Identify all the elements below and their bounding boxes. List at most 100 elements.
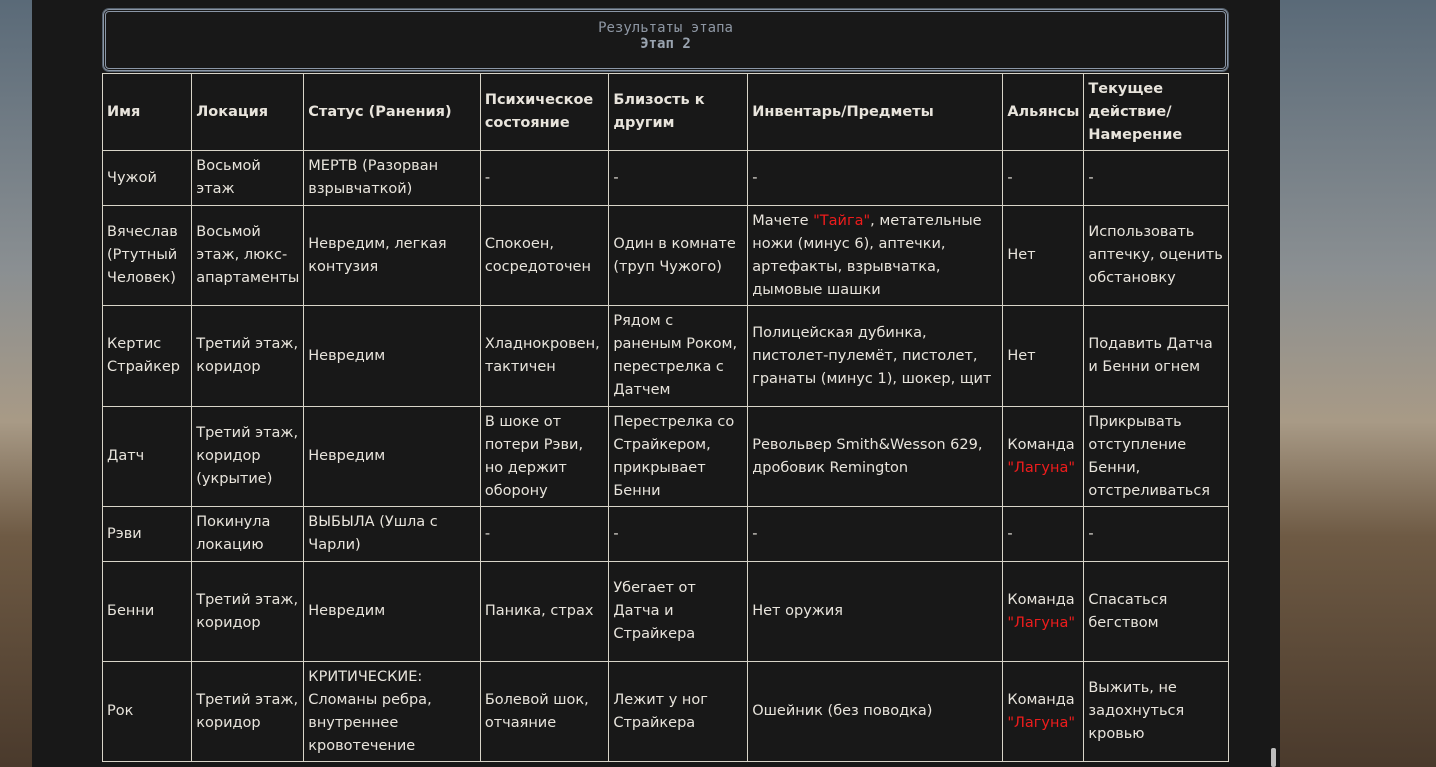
cell-inventory: - <box>747 506 1004 562</box>
cell-text: Подавить Датча и Бенни огнем <box>1088 336 1213 375</box>
cell-text: Чужой <box>107 169 157 186</box>
cell-mental: Хладнокровен, тактичен <box>479 305 610 407</box>
cell-text: Перестрелка со Страйкером, прикрывает Бе… <box>613 413 735 499</box>
cell-text: Восьмой этаж, люкс-апартаменты <box>196 224 300 286</box>
cell-text: - <box>1007 169 1013 186</box>
cell-name: Бенни <box>101 561 193 662</box>
cell-alliances: - <box>1002 150 1085 206</box>
cell-text: Невредим <box>308 603 386 619</box>
cell-text: - <box>484 525 491 542</box>
cell-text: Третий этаж, коридор <box>196 691 299 731</box>
cell-text: Паника, страх <box>484 603 594 619</box>
stage-header: Результаты этапа Этап 2 <box>102 8 1229 72</box>
cell-name: Кертис Страйкер <box>101 305 193 407</box>
cell-text: МЕРТВ (Разорван взрывчаткой) <box>308 158 439 197</box>
cell-text: Команда <box>1007 591 1075 608</box>
cell-action: Прикрывать отступление Бенни, отстрелива… <box>1083 406 1229 507</box>
cell-text: Убегает от Датча и Страйкера <box>613 580 696 642</box>
cell-text: Покинула локацию <box>196 514 271 553</box>
cell-text: - <box>1088 525 1094 542</box>
column-header-proximity: Близость к другим <box>608 73 749 151</box>
cell-text: Рок <box>107 703 134 719</box>
cell-proximity: Перестрелка со Страйкером, прикрывает Бе… <box>608 406 749 507</box>
cell-text: Нет <box>1007 247 1036 263</box>
cell-location: Покинула локацию <box>191 506 305 562</box>
cell-status: КРИТИЧЕСКИЕ: Сломаны ребра, внутреннее к… <box>303 661 481 762</box>
column-header-inventory: Инвентарь/Предметы <box>747 73 1004 151</box>
cell-text: В шоке от потери Рэви, но держит оборону <box>484 413 584 499</box>
cell-proximity: Лежит у ног Страйкера <box>608 661 749 762</box>
cell-status: МЕРТВ (Разорван взрывчаткой) <box>303 150 481 206</box>
cell-text: Нет <box>1007 347 1036 364</box>
cell-text: Команда <box>1007 691 1075 708</box>
cell-mental: В шоке от потери Рэви, но держит оборону <box>479 406 610 507</box>
table-row: Чужой Восьмой этаж МЕРТВ (Разорван взрывча… <box>101 150 1229 206</box>
cell-status: ВЫБЫЛА (Ушла с Чарли) <box>303 506 481 562</box>
column-header-action: Текущее действие/ Намерение <box>1083 73 1229 151</box>
cell-text: Третий этаж, коридор <box>196 591 299 631</box>
cell-text: КРИТИЧЕСКИЕ: Сломаны ребра, внутреннее к… <box>308 668 432 754</box>
cell-proximity: - <box>608 506 749 562</box>
highlighted-text: "Лагуна" <box>1007 459 1076 476</box>
cell-text: Невредим, легкая контузия <box>308 235 447 275</box>
cell-text: - <box>1088 169 1094 186</box>
cell-alliances: - <box>1002 506 1085 562</box>
cell-location: Восьмой этаж <box>191 150 305 206</box>
cell-action: Подавить Датча и Бенни огнем <box>1083 305 1229 407</box>
cell-location: Третий этаж, коридор <box>191 561 305 662</box>
cell-text: Вячеслав (Ртутный Человек) <box>107 224 178 286</box>
cell-action: - <box>1083 506 1229 562</box>
cell-status: Невредим <box>303 406 481 507</box>
table-row: Бенни Третий этаж, коридор Невредим Паника,… <box>101 561 1229 662</box>
table-row: Вячеслав (Ртутный Человек) Восьмой этаж, … <box>101 205 1229 306</box>
cell-status: Невредим <box>303 305 481 407</box>
cell-name: Датч <box>101 406 193 507</box>
cell-text: Кертис Страйкер <box>107 336 180 375</box>
cell-text: Датч <box>107 448 145 464</box>
table-row: Рэви Покинула локацию ВЫБЫЛА (Ушла с Чарли… <box>101 506 1229 562</box>
cell-text: Нет оружия <box>752 603 843 619</box>
cell-inventory: Нет оружия <box>747 561 1004 662</box>
cell-text: Восьмой этаж <box>196 158 261 197</box>
cell-text: - <box>1007 525 1013 542</box>
cell-text: - <box>484 169 491 186</box>
cell-text: Болевой шок, отчаяние <box>484 691 589 731</box>
cell-proximity: - <box>608 150 749 206</box>
cell-mental: Спокоен, сосредоточен <box>479 205 610 306</box>
cell-text: Полицейская дубинка, пистолет-пулемёт, п… <box>752 324 992 387</box>
cell-text: Ошейник (без поводка) <box>752 703 933 719</box>
scrollbar-thumb[interactable] <box>1271 748 1276 767</box>
cell-text: - <box>752 525 758 542</box>
cell-text: - <box>752 169 758 186</box>
cell-name: Чужой <box>101 150 193 206</box>
cell-inventory: Полицейская дубинка, пистолет-пулемёт, п… <box>747 305 1004 407</box>
cell-name: Рэви <box>101 506 193 562</box>
cell-status: Невредим <box>303 561 481 662</box>
cell-status: Невредим, легкая контузия <box>303 205 481 306</box>
highlighted-text: "Лагуна" <box>1007 614 1076 631</box>
cell-action: - <box>1083 150 1229 206</box>
column-header-alliances: Альянсы <box>1002 73 1085 151</box>
column-header-mental: Психическое состояние <box>479 73 610 151</box>
cell-location: Третий этаж, коридор (укрытие) <box>191 406 305 507</box>
cell-mental: Паника, страх <box>479 561 610 662</box>
cell-name: Рок <box>101 661 193 762</box>
column-header-status: Статус (Ранения) <box>303 73 481 151</box>
cell-location: Восьмой этаж, люкс-апартаменты <box>191 205 305 306</box>
cell-alliances: Нет <box>1002 305 1085 407</box>
table-row: Датч Третий этаж, коридор (укрытие) Невред… <box>101 406 1229 507</box>
cell-text: Невредим <box>308 347 386 364</box>
cell-text: Один в комнате (труп Чужого) <box>613 235 736 275</box>
cell-text: Спокоен, сосредоточен <box>484 235 591 275</box>
cell-alliances: Команда "Лагуна" <box>1002 661 1085 762</box>
column-header-name: Имя <box>101 73 193 151</box>
cell-action: Использовать аптечку, оценить обстановку <box>1083 205 1229 306</box>
cell-inventory: Револьвер Smith&Wesson 629, дробовик Rem… <box>747 406 1004 507</box>
cell-inventory: Ошейник (без поводка) <box>747 661 1004 762</box>
highlighted-text: "Тайга" <box>813 212 871 229</box>
results-table: Имя Локация Статус (Ранения) Психическое со… <box>101 73 1229 762</box>
cell-text: Третий этаж, коридор (укрытие) <box>196 425 299 487</box>
cell-text: - <box>613 169 619 186</box>
cell-text: Рядом с раненым Роком, перестрелка с Дат… <box>613 313 738 398</box>
column-header-location: Локация <box>191 73 305 151</box>
